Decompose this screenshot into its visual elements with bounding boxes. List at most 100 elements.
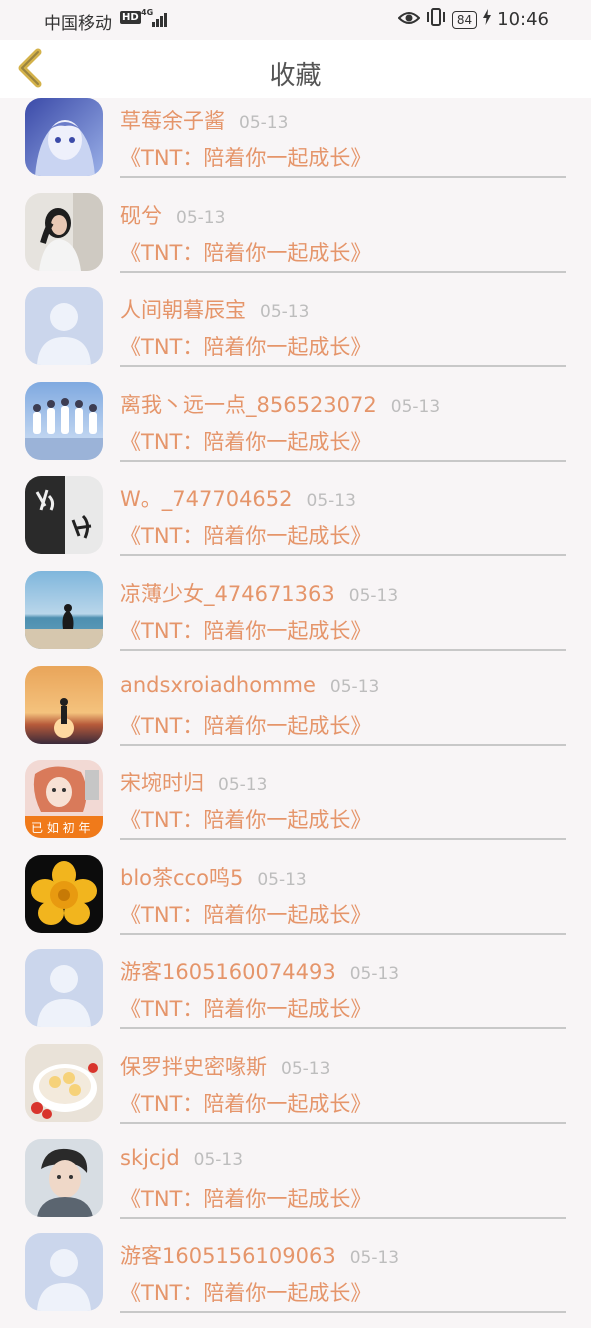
signal-icon xyxy=(152,11,170,32)
hd-badge: HD xyxy=(120,11,141,24)
avatar[interactable] xyxy=(25,192,103,271)
item-date: 05-13 xyxy=(193,1149,244,1170)
list-item[interactable]: andsxroiadhomme 05-13 《TNT：陪着你一起成长》 xyxy=(0,665,591,761)
item-date: 05-13 xyxy=(281,1058,331,1079)
avatar[interactable] xyxy=(25,854,103,933)
vibrate-icon xyxy=(426,8,446,31)
item-date: 05-13 xyxy=(218,775,268,796)
user-name[interactable]: W。_747704652 xyxy=(120,487,293,511)
item-date: 05-13 xyxy=(306,491,356,512)
battery-icon: 84 xyxy=(451,10,478,29)
user-line: 凉薄少女_474671363 05-13 xyxy=(120,578,398,608)
user-line: 保罗拌史密喙斯 05-13 xyxy=(120,1051,330,1081)
clock: 10:46 xyxy=(497,9,549,30)
list-item[interactable]: blo茶cco鸣5 05-13 《TNT：陪着你一起成长》 xyxy=(0,854,591,950)
item-content: 草莓余子酱 05-13 《TNT：陪着你一起成长》 xyxy=(120,98,566,178)
avatar[interactable] xyxy=(25,949,103,1028)
avatar[interactable] xyxy=(25,381,103,460)
book-title[interactable]: 《TNT：陪着你一起成长》 xyxy=(120,142,371,172)
book-title[interactable]: 《TNT：陪着你一起成长》 xyxy=(120,710,371,740)
item-content: 游客1605160074493 05-13 《TNT：陪着你一起成长》 xyxy=(120,949,566,1030)
list-item[interactable]: 保罗拌史密喙斯 05-13 《TNT：陪着你一起成长》 xyxy=(0,1043,591,1139)
favorites-list: 草莓余子酱 05-13 《TNT：陪着你一起成长》 砚兮 05-13 《TNT：陪着你一起… xyxy=(0,98,591,1328)
user-name[interactable]: 人间朝暮辰宝 xyxy=(120,298,246,322)
item-content: W。_747704652 05-13 《TNT：陪着你一起成长》 xyxy=(120,476,566,557)
user-name[interactable]: 草莓余子酱 xyxy=(120,109,225,133)
list-item[interactable]: 砚兮 05-13 《TNT：陪着你一起成长》 xyxy=(0,192,591,288)
item-date: 05-13 xyxy=(390,396,441,417)
item-date: 05-13 xyxy=(349,964,400,985)
eye-icon xyxy=(397,10,421,30)
status-bar: 中国移动 HD 4G 84 10:46 xyxy=(0,0,591,40)
list-item[interactable]: 已 如 初 年 宋埦时归 05-13 《TNT：陪着你一起成长》 xyxy=(0,760,591,855)
user-name[interactable]: andsxroiadhomme xyxy=(120,673,316,697)
list-item[interactable]: 游客1605156109063 05-13 《TNT：陪着你一起成长》 xyxy=(0,1233,591,1328)
book-title[interactable]: 《TNT：陪着你一起成长》 xyxy=(120,426,371,456)
user-name[interactable]: 凉薄少女_474671363 xyxy=(120,582,335,606)
item-content: 人间朝暮辰宝 05-13 《TNT：陪着你一起成长》 xyxy=(120,287,566,368)
book-title[interactable]: 《TNT：陪着你一起成长》 xyxy=(120,1183,371,1213)
item-content: 宋埦时归 05-13 《TNT：陪着你一起成长》 xyxy=(120,760,566,841)
svg-text:已 如 初 年: 已 如 初 年 xyxy=(31,820,90,835)
user-line: 游客1605156109063 05-13 xyxy=(120,1240,399,1270)
item-content: andsxroiadhomme 05-13 《TNT：陪着你一起成长》 xyxy=(120,666,566,746)
item-date: 05-13 xyxy=(348,585,399,606)
item-date: 05-13 xyxy=(349,1248,400,1269)
list-item[interactable]: 凉薄少女_474671363 05-13 《TNT：陪着你一起成长》 xyxy=(0,570,591,666)
list-item[interactable]: 离我丶远一点_856523072 05-13 《TNT：陪着你一起成长》 xyxy=(0,381,591,477)
item-content: 凉薄少女_474671363 05-13 《TNT：陪着你一起成长》 xyxy=(120,571,566,651)
avatar[interactable] xyxy=(25,570,103,649)
user-name[interactable]: blo茶cco鸣5 xyxy=(120,866,243,890)
avatar[interactable] xyxy=(25,665,103,744)
user-name[interactable]: 游客1605156109063 xyxy=(120,1244,336,1268)
user-name[interactable]: 保罗拌史密喙斯 xyxy=(120,1055,267,1079)
avatar[interactable] xyxy=(25,1233,103,1312)
book-title[interactable]: 《TNT：陪着你一起成长》 xyxy=(120,1088,371,1118)
book-title[interactable]: 《TNT：陪着你一起成长》 xyxy=(120,993,371,1023)
item-date: 05-13 xyxy=(329,676,380,697)
charging-icon xyxy=(483,9,492,30)
user-line: 人间朝暮辰宝 05-13 xyxy=(120,294,309,324)
user-name[interactable]: 砚兮 xyxy=(120,204,162,228)
page-title: 收藏 xyxy=(269,61,322,91)
battery-level: 84 xyxy=(456,12,473,27)
item-date: 05-13 xyxy=(260,302,310,323)
item-content: 游客1605156109063 05-13 《TNT：陪着你一起成长》 xyxy=(120,1233,566,1314)
item-content: 保罗拌史密喙斯 05-13 《TNT：陪着你一起成长》 xyxy=(120,1044,566,1124)
avatar[interactable] xyxy=(25,1043,103,1122)
list-item[interactable]: 人间朝暮辰宝 05-13 《TNT：陪着你一起成长》 xyxy=(0,287,591,382)
user-line: blo茶cco鸣5 05-13 xyxy=(120,862,307,892)
book-title[interactable]: 《TNT：陪着你一起成长》 xyxy=(120,1277,371,1307)
list-item[interactable]: W。_747704652 05-13 《TNT：陪着你一起成长》 xyxy=(0,476,591,571)
book-title[interactable]: 《TNT：陪着你一起成长》 xyxy=(120,804,371,834)
book-title[interactable]: 《TNT：陪着你一起成长》 xyxy=(120,615,371,645)
user-name[interactable]: 离我丶远一点_856523072 xyxy=(120,393,377,417)
user-line: 草莓余子酱 05-13 xyxy=(120,105,288,135)
avatar[interactable] xyxy=(25,476,103,555)
book-title[interactable]: 《TNT：陪着你一起成长》 xyxy=(120,237,371,267)
item-content: 砚兮 05-13 《TNT：陪着你一起成长》 xyxy=(120,193,566,273)
user-line: 宋埦时归 05-13 xyxy=(120,767,267,797)
avatar[interactable]: 已 如 初 年 xyxy=(25,760,103,839)
book-title[interactable]: 《TNT：陪着你一起成长》 xyxy=(120,331,371,361)
carrier-label: 中国移动 xyxy=(44,14,112,34)
book-title[interactable]: 《TNT：陪着你一起成长》 xyxy=(120,520,371,550)
user-name[interactable]: 游客1605160074493 xyxy=(120,960,336,984)
item-date: 05-13 xyxy=(257,869,307,890)
avatar[interactable] xyxy=(25,287,103,366)
list-item[interactable]: 草莓余子酱 05-13 《TNT：陪着你一起成长》 xyxy=(0,98,591,193)
avatar[interactable] xyxy=(25,1138,103,1217)
list-item[interactable]: 游客1605160074493 05-13 《TNT：陪着你一起成长》 xyxy=(0,949,591,1044)
user-name[interactable]: skjcjd xyxy=(120,1146,180,1170)
item-content: skjcjd 05-13 《TNT：陪着你一起成长》 xyxy=(120,1139,566,1219)
user-line: 砚兮 05-13 xyxy=(120,200,225,230)
user-line: andsxroiadhomme 05-13 xyxy=(120,673,379,697)
book-title[interactable]: 《TNT：陪着你一起成长》 xyxy=(120,899,371,929)
user-line: 离我丶远一点_856523072 05-13 xyxy=(120,389,440,419)
user-name[interactable]: 宋埦时归 xyxy=(120,771,204,795)
user-line: skjcjd 05-13 xyxy=(120,1146,243,1170)
user-line: W。_747704652 05-13 xyxy=(120,483,356,513)
list-item[interactable]: skjcjd 05-13 《TNT：陪着你一起成长》 xyxy=(0,1138,591,1234)
avatar[interactable] xyxy=(25,98,103,176)
item-date: 05-13 xyxy=(176,207,226,228)
